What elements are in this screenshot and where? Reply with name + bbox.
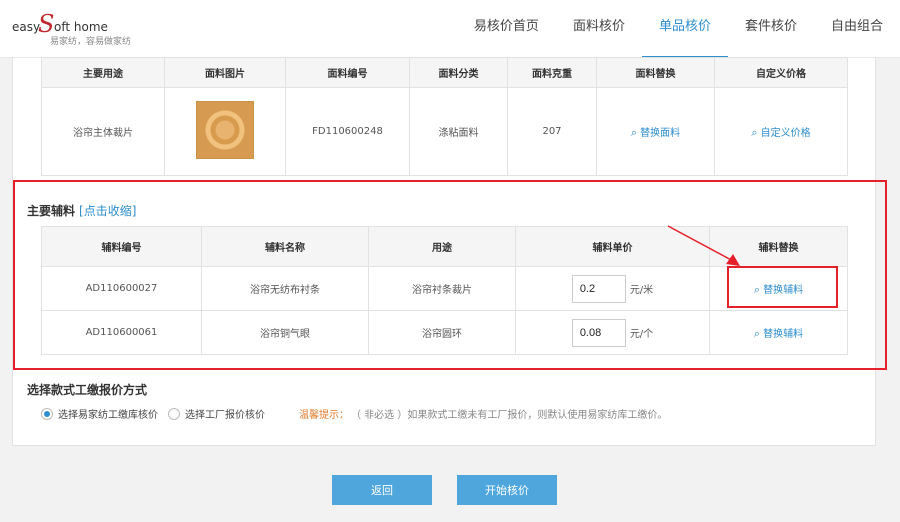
col-header-replace: 面料替换 [596,57,715,88]
fabric-swatch-image[interactable] [196,101,254,159]
pricing-card: 主要用途 面料图片 面料编号 面料分类 面料克重 面料替换 自定义价格 浴帘主体… [12,57,887,446]
aux-code: AD110600061 [41,310,202,355]
table-row: AD110600027 浴帘无纺布衬条 浴帘衬条裁片 元/米 ⌕替换辅料 [41,266,848,311]
table-row: AD110600061 浴帘铜气眼 浴帘圆环 元/个 ⌕替换辅料 [41,310,848,355]
col-header-weight: 面料克重 [507,57,597,88]
magnifier-icon: ⌕ [753,282,761,296]
col-header-aux-price: 辅料单价 [515,226,710,267]
radio-easy-labor-db-label[interactable]: 选择易家纺工缴库核价 [58,406,158,421]
aux-price-cell: 元/个 [515,310,710,355]
magnifier-icon: ⌕ [753,326,761,340]
aux-replace-cell: ⌕ 替换辅料 [709,310,848,355]
fabric-image-cell [164,87,286,176]
aux-code: AD110600027 [41,266,202,311]
aux-header-row: 辅料编号 辅料名称 用途 辅料单价 辅料替换 [41,226,848,267]
aux-replace-cell: ⌕ 替换辅料 [709,266,848,311]
top-header: easy S oft home 易家纺，容易做家纺 易核价首页 面料核价 单品核… [0,0,900,58]
radio-factory-quote-label[interactable]: 选择工厂报价核价 [185,406,265,421]
aux-price-cell: 元/米 [515,266,710,311]
fabric-table: 主要用途 面料图片 面料编号 面料分类 面料克重 面料替换 自定义价格 浴帘主体… [41,57,848,176]
table-row: 浴帘主体裁片 FD110600248 涤粘面料 207 ⌕ 替换面料 ⌕ 自定义价格 [41,87,848,176]
magnifier-icon: ⌕ [751,125,758,139]
replace-aux-link[interactable]: ⌕ 替换辅料 [753,282,804,296]
magnifier-icon: ⌕ [630,125,638,139]
aux-name: 浴帘无纺布衬条 [201,266,369,311]
logo-slogan: 易家纺，容易做家纺 [50,37,132,47]
aux-title-text: 主要辅料 [27,204,76,218]
back-button[interactable]: 返回 [332,475,432,505]
custom-price-link[interactable]: ⌕ 自定义价格 [751,125,811,139]
logo-easy-text: easy [12,20,41,34]
replace-aux-label: 替换辅料 [763,328,804,340]
replace-aux-link[interactable]: ⌕ 替换辅料 [753,326,804,340]
quote-method-options: 选择易家纺工缴库核价 选择工厂报价核价 温馨提示： （ 非必选 ）如果款式工缴未… [41,406,667,421]
nav-fabric-pricing[interactable]: 面料核价 [556,0,642,58]
fabric-custom-price-cell: ⌕ 自定义价格 [714,87,848,176]
radio-easy-labor-db[interactable] [41,407,53,420]
aux-table: 辅料编号 辅料名称 用途 辅料单价 辅料替换 AD110600027 浴帘无纺布… [41,226,848,355]
col-header-aux-usage: 用途 [368,226,516,267]
nav-set-pricing[interactable]: 套件核价 [728,0,814,58]
quote-method-title: 选择款式工缴报价方式 [27,383,148,397]
custom-price-label: 自定义价格 [760,127,811,139]
aux-usage: 浴帘圆环 [368,310,516,355]
logo-oft-text: oft home [54,20,108,34]
radio-factory-quote[interactable] [168,407,180,420]
col-header-code: 面料编号 [285,57,410,88]
tip-label: 温馨提示： [299,410,349,421]
replace-fabric-link[interactable]: ⌕ 替换面料 [630,125,681,139]
col-header-aux-code: 辅料编号 [41,226,202,267]
replace-fabric-label: 替换面料 [640,127,681,139]
col-header-aux-replace: 辅料替换 [709,226,848,267]
col-header-usage: 主要用途 [41,57,165,88]
main-nav: 易核价首页 面料核价 单品核价 套件核价 自由组合 [457,0,900,58]
aux-section-title: 主要辅料 [点击收缩] [27,202,136,219]
col-header-image: 面料图片 [164,57,286,88]
nav-single-item-pricing[interactable]: 单品核价 [641,0,728,58]
brand-logo[interactable]: easy S oft home 易家纺，容易做家纺 [12,8,152,50]
col-header-custom-price: 自定义价格 [714,57,848,88]
fabric-weight: 207 [507,87,597,176]
aux-price-unit: 元/米 [629,285,654,296]
fabric-header-row: 主要用途 面料图片 面料编号 面料分类 面料克重 面料替换 自定义价格 [41,57,848,88]
fabric-usage: 浴帘主体裁片 [41,87,165,176]
tip-text: （ 非必选 ）如果款式工缴未有工厂报价，则默认使用易家纺库工缴价。 [351,410,668,421]
replace-aux-label: 替换辅料 [763,284,804,296]
fabric-category: 涤粘面料 [409,87,508,176]
aux-price-unit: 元/个 [629,329,654,340]
col-header-aux-name: 辅料名称 [201,226,369,267]
aux-collapse-toggle[interactable]: [点击收缩] [79,204,136,218]
fabric-replace-cell: ⌕ 替换面料 [596,87,715,176]
col-header-category: 面料分类 [409,57,508,88]
aux-price-input[interactable] [571,274,626,303]
aux-price-input[interactable] [571,318,626,347]
aux-usage: 浴帘衬条裁片 [368,266,516,311]
fabric-code: FD110600248 [285,87,410,176]
start-pricing-button[interactable]: 开始核价 [457,475,557,505]
aux-name: 浴帘铜气眼 [201,310,369,355]
nav-home[interactable]: 易核价首页 [457,0,556,58]
nav-free-combination[interactable]: 自由组合 [814,0,900,58]
